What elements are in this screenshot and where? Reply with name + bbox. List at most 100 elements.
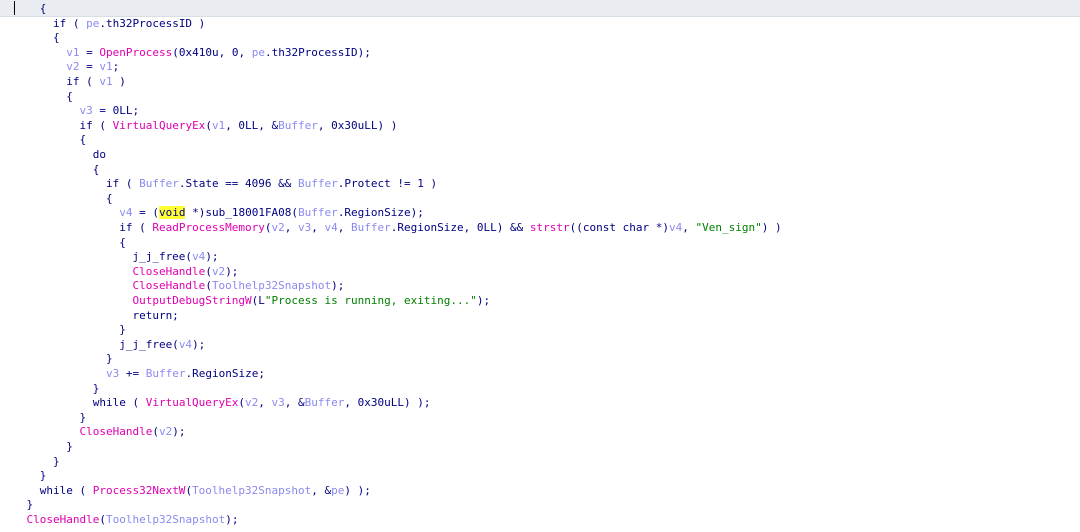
variable-token: Buffer bbox=[278, 118, 318, 132]
variable-token: v1 bbox=[99, 75, 113, 88]
code-line[interactable]: while ( Process32NextW(Toolhelp32Snapsho… bbox=[0, 483, 371, 499]
function-token: VirtualQueryEx bbox=[145, 396, 239, 410]
string-token: "Ven_sign" bbox=[695, 221, 762, 234]
code-line[interactable]: CloseHandle(Toolhelp32Snapshot); bbox=[0, 512, 239, 528]
code-line[interactable]: } bbox=[0, 410, 86, 426]
function-token: VirtualQueryEx bbox=[112, 118, 206, 132]
variable-token: Buffer bbox=[351, 221, 391, 234]
code-token: } bbox=[0, 410, 87, 424]
code-line[interactable]: } bbox=[0, 322, 126, 338]
variable-token: pe bbox=[86, 16, 100, 30]
highlighted-keyword-token: void bbox=[158, 206, 186, 220]
code-line[interactable]: { bbox=[0, 235, 126, 251]
code-token: } bbox=[0, 469, 47, 483]
code-token: ); bbox=[331, 279, 345, 293]
code-token: , & bbox=[311, 483, 332, 497]
code-line[interactable]: { bbox=[0, 89, 73, 105]
code-line[interactable]: { bbox=[0, 132, 86, 148]
code-token: while ( bbox=[0, 396, 146, 410]
function-token: CloseHandle bbox=[132, 264, 206, 278]
variable-token: v2 bbox=[66, 60, 80, 74]
variable-token: v4 bbox=[178, 337, 193, 351]
code-token: , bbox=[258, 396, 272, 410]
code-line[interactable]: v3 += Buffer.RegionSize; bbox=[0, 366, 265, 382]
code-token: if ( bbox=[0, 177, 140, 191]
code-line[interactable]: if ( ReadProcessMemory(v2, v3, v4, Buffe… bbox=[0, 220, 782, 236]
code-token: ( bbox=[152, 425, 159, 439]
code-token: = 0LL; bbox=[92, 104, 140, 118]
code-line[interactable]: j_j_free(v4); bbox=[0, 337, 205, 353]
code-line[interactable]: CloseHandle(v2); bbox=[0, 264, 238, 280]
code-token: .State == 4096 && bbox=[178, 177, 299, 191]
code-line[interactable]: } bbox=[0, 381, 100, 397]
code-token: ) ) bbox=[761, 221, 782, 234]
function-token: strstr bbox=[529, 221, 570, 234]
function-token: OutputDebugStringW bbox=[132, 294, 252, 307]
code-token: .RegionSize); bbox=[337, 206, 424, 220]
code-line[interactable]: } bbox=[0, 454, 60, 470]
code-line[interactable]: } bbox=[0, 351, 113, 367]
code-token: } bbox=[0, 498, 34, 512]
variable-token: pe bbox=[331, 483, 345, 497]
code-token: += bbox=[119, 367, 146, 380]
code-token: } bbox=[0, 323, 126, 337]
variable-token: v3 bbox=[79, 104, 93, 118]
code-token: { bbox=[0, 31, 60, 45]
code-line[interactable]: do bbox=[0, 147, 106, 163]
code-token: ) ); bbox=[344, 483, 371, 497]
code-line[interactable]: v1 = OpenProcess(0x410u, 0, pe.th32Proce… bbox=[0, 45, 371, 61]
pseudocode-viewer[interactable]: { if ( pe.th32ProcessID ) { v1 = OpenPro… bbox=[0, 0, 1080, 532]
function-token: Process32NextW bbox=[92, 483, 186, 497]
code-token: ); bbox=[172, 425, 186, 439]
code-token: , & bbox=[284, 396, 305, 410]
code-token: , 0x30uLL) ) bbox=[317, 118, 398, 132]
code-token: do bbox=[0, 148, 106, 161]
variable-token: v2 bbox=[271, 221, 285, 234]
code-token: { bbox=[0, 235, 126, 249]
variable-token: v4 bbox=[324, 221, 338, 234]
code-line[interactable]: { bbox=[0, 30, 60, 46]
code-token: if ( bbox=[0, 75, 100, 88]
code-line[interactable]: j_j_free(v4); bbox=[0, 249, 218, 265]
code-token: , bbox=[311, 221, 325, 234]
variable-token: v2 bbox=[158, 425, 173, 439]
code-line[interactable]: } bbox=[0, 468, 47, 484]
code-line[interactable]: { bbox=[0, 162, 100, 178]
variable-token: Toolhelp32Snapshot bbox=[211, 279, 332, 293]
code-token: j_j_free( bbox=[0, 337, 179, 351]
code-token: , 0LL, & bbox=[225, 118, 279, 132]
variable-token: v3 bbox=[298, 221, 312, 234]
code-line[interactable]: if ( v1 ) bbox=[0, 74, 126, 90]
code-line[interactable]: return; bbox=[0, 308, 178, 324]
variable-token: Toolhelp32Snapshot bbox=[192, 483, 312, 497]
code-token: ) bbox=[112, 75, 126, 88]
code-token: , bbox=[284, 221, 299, 234]
code-line[interactable]: v3 = 0LL; bbox=[0, 103, 139, 119]
code-token: } bbox=[0, 352, 113, 366]
code-line[interactable]: if ( VirtualQueryEx(v1, 0LL, &Buffer, 0x… bbox=[0, 118, 397, 134]
variable-token: v1 bbox=[99, 60, 113, 74]
code-line[interactable]: v2 = v1; bbox=[0, 59, 119, 75]
code-token: .RegionSize; bbox=[185, 367, 265, 380]
code-line[interactable]: if ( Buffer.State == 4096 && Buffer.Prot… bbox=[0, 176, 437, 192]
code-line[interactable]: { bbox=[0, 191, 113, 207]
code-line[interactable]: OutputDebugStringW(L"Process is running,… bbox=[0, 293, 490, 309]
code-token: if ( bbox=[0, 118, 113, 132]
code-line[interactable]: } bbox=[0, 439, 73, 455]
code-token: .Protect != 1 ) bbox=[337, 177, 438, 191]
code-line[interactable]: CloseHandle(v2); bbox=[0, 424, 185, 440]
code-line[interactable]: if ( pe.th32ProcessID ) bbox=[0, 16, 205, 32]
code-line[interactable]: while ( VirtualQueryEx(v2, v3, &Buffer, … bbox=[0, 395, 431, 411]
variable-token: Buffer bbox=[304, 396, 345, 410]
variable-token: v4 bbox=[668, 221, 683, 234]
variable-token: v4 bbox=[119, 206, 133, 220]
code-line[interactable]: CloseHandle(Toolhelp32Snapshot); bbox=[0, 278, 344, 294]
code-token: { bbox=[0, 162, 100, 176]
code-token: ( bbox=[264, 221, 272, 234]
code-line[interactable]: { bbox=[0, 1, 47, 17]
code-line[interactable]: v4 = (void *)sub_18001FA08(Buffer.Region… bbox=[0, 205, 424, 221]
code-line[interactable]: } bbox=[0, 497, 33, 513]
